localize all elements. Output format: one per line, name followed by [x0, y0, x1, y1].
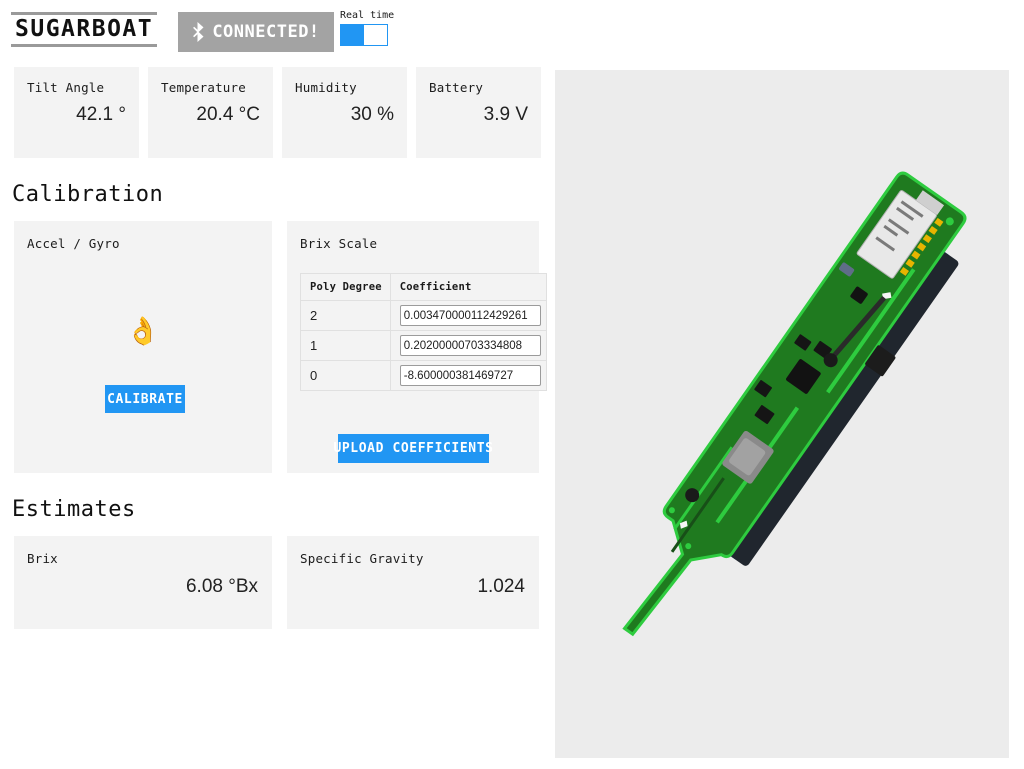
- estimates-section-title: Estimates: [12, 497, 136, 522]
- realtime-toggle-track: [364, 25, 387, 45]
- ok-hand-icon: 👌: [126, 316, 160, 347]
- estimates-row: Brix 6.08 °Bx Specific Gravity 1.024: [0, 522, 555, 629]
- table-header-row: Poly Degree Coefficient: [300, 273, 547, 301]
- coefficient-cell: [389, 330, 547, 361]
- coefficient-cell: [389, 300, 547, 331]
- bluetooth-icon: [193, 22, 204, 42]
- stat-value: 42.1 °: [76, 104, 126, 125]
- estimate-label: Brix: [27, 551, 58, 566]
- brix-scale-panel: Brix Scale Poly Degree Coefficient 2 0.0…: [287, 221, 547, 473]
- table-row: 1: [300, 330, 547, 361]
- estimate-value: 1.024: [477, 576, 525, 597]
- coefficients-table: Poly Degree Coefficient 2 1: [300, 273, 547, 391]
- brix-scale-title: Brix Scale: [300, 236, 378, 251]
- estimate-label: Specific Gravity: [300, 551, 424, 566]
- upload-coefficients-button[interactable]: UPLOAD COEFFICIENTS: [333, 434, 493, 463]
- poly-degree-cell: 2: [300, 300, 391, 331]
- stat-label: Battery: [429, 80, 484, 95]
- pcb-assembly: [622, 171, 967, 637]
- estimate-card-specific-gravity: Specific Gravity 1.024: [287, 536, 539, 629]
- column-header-poly-degree: Poly Degree: [300, 273, 391, 301]
- stat-value: 20.4 °C: [196, 104, 260, 125]
- coefficient-input-degree-0[interactable]: [399, 365, 541, 386]
- realtime-toggle[interactable]: [340, 24, 388, 46]
- stat-card-battery: Battery 3.9 V: [416, 67, 541, 158]
- stat-card-tilt-angle: Tilt Angle 42.1 °: [14, 67, 139, 158]
- poly-degree-cell: 1: [300, 330, 391, 361]
- app-root: SUGARBOAT CONNECTED! Real time Tilt Angl…: [0, 0, 1024, 769]
- table-row: 0: [300, 360, 547, 391]
- realtime-label: Real time: [340, 10, 395, 21]
- stat-label: Tilt Angle: [27, 80, 105, 95]
- connection-status-label: CONNECTED!: [212, 22, 320, 42]
- calibration-panels: Accel / Gyro 👌 CALIBRATE Brix Scale Poly…: [0, 207, 555, 473]
- stat-label: Temperature: [161, 80, 246, 95]
- sensor-stats-row: Tilt Angle 42.1 ° Temperature 20.4 °C Hu…: [0, 62, 555, 158]
- table-row: 2: [300, 300, 547, 331]
- accel-gyro-panel: Accel / Gyro 👌 CALIBRATE: [14, 221, 272, 473]
- calibrate-button[interactable]: CALIBRATE: [105, 385, 185, 413]
- dashboard-left-column: Tilt Angle 42.1 ° Temperature 20.4 °C Hu…: [0, 62, 555, 629]
- coefficient-input-degree-2[interactable]: [399, 305, 541, 326]
- column-header-coefficient: Coefficient: [389, 273, 547, 301]
- estimate-value: 6.08 °Bx: [185, 576, 258, 597]
- pcb-3d-model: [622, 171, 967, 637]
- estimate-card-brix: Brix 6.08 °Bx: [14, 536, 272, 629]
- connection-status-banner: CONNECTED!: [178, 12, 334, 52]
- realtime-control: Real time: [340, 10, 394, 46]
- app-logo: SUGARBOAT: [11, 12, 158, 47]
- coefficient-cell: [389, 360, 547, 391]
- stat-value: 30 %: [350, 104, 394, 125]
- coefficient-input-degree-1[interactable]: [399, 335, 541, 356]
- accel-gyro-title: Accel / Gyro: [27, 236, 120, 251]
- pcb-3d-model-viewer[interactable]: [555, 70, 1009, 758]
- stat-card-humidity: Humidity 30 %: [282, 67, 407, 158]
- calibration-section-title: Calibration: [12, 182, 164, 207]
- realtime-toggle-knob: [341, 25, 364, 45]
- stat-value: 3.9 V: [483, 104, 528, 125]
- poly-degree-cell: 0: [300, 360, 391, 391]
- stat-card-temperature: Temperature 20.4 °C: [148, 67, 273, 158]
- app-logo-text: SUGARBOAT: [15, 16, 154, 42]
- stat-label: Humidity: [295, 80, 357, 95]
